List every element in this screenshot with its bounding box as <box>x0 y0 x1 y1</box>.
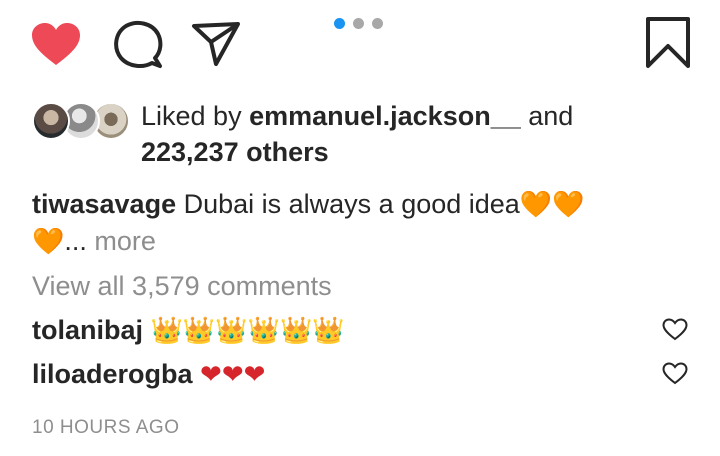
likes-text: Liked by emmanuel.jackson__ and 223,237 … <box>141 98 573 170</box>
heart-outline-icon[interactable] <box>662 362 688 386</box>
caption-more-link[interactable]: more <box>94 226 156 256</box>
post-action-bar <box>0 0 720 90</box>
likes-prefix: Liked by <box>141 101 242 131</box>
comment-username[interactable]: liloaderogba <box>32 359 193 389</box>
heart-filled-icon[interactable] <box>30 20 82 68</box>
carousel-indicator <box>334 18 383 30</box>
post-timestamp: 10 HOURS AGO <box>32 417 180 438</box>
liker-username[interactable]: emmanuel.jackson__ <box>249 101 521 131</box>
crown-emoji: 👑👑👑👑👑👑 <box>150 316 345 346</box>
view-all-comments-link[interactable]: View all 3,579 comments <box>32 268 332 304</box>
caption-text: Dubai is always a good idea <box>183 189 520 219</box>
likes-conjunction: and <box>528 101 574 131</box>
heart-outline-icon[interactable] <box>662 318 688 342</box>
bookmark-icon[interactable] <box>644 16 692 70</box>
comment-username[interactable]: tolanibaj <box>32 315 143 345</box>
comment-row: liloaderogba ❤❤❤ <box>32 356 692 396</box>
likes-others-count[interactable]: 223,237 others <box>141 137 329 167</box>
carousel-dot-active <box>334 18 345 29</box>
red-heart-emoji: ❤❤❤ <box>200 360 266 390</box>
carousel-dot <box>353 18 364 29</box>
orange-heart-emoji: 🧡🧡 <box>519 190 585 220</box>
carousel-dot <box>372 18 383 29</box>
caption-username[interactable]: tiwasavage <box>32 189 176 219</box>
comment-text: liloaderogba ❤❤❤ <box>32 356 265 393</box>
comment-row: tolanibaj 👑👑👑👑👑👑 <box>32 312 692 352</box>
comment-bubble-icon[interactable] <box>110 18 164 70</box>
post-caption: tiwasavage Dubai is always a good idea🧡🧡… <box>32 186 672 260</box>
orange-heart-emoji: 🧡 <box>32 227 65 257</box>
liker-avatars[interactable] <box>32 102 136 142</box>
comment-text: tolanibaj 👑👑👑👑👑👑 <box>32 312 345 349</box>
caption-ellipsis: ... <box>64 226 87 256</box>
paper-plane-icon[interactable] <box>190 18 242 68</box>
avatar <box>32 102 70 140</box>
